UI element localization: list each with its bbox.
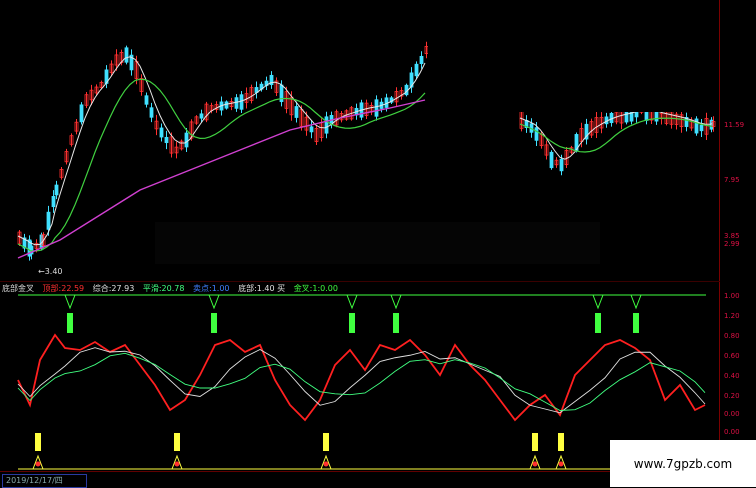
legend-item-smooth: 平滑:20.78 [142,284,185,293]
price-candle [124,47,129,63]
price-axis-line [719,0,720,487]
osc-axis-label: 0.60 [724,352,740,360]
buy-signal-dot [558,461,564,467]
oscillator-green-line [17,352,706,411]
sell-signal-notch [64,294,76,310]
price-axis-label: 2.99 [724,240,740,248]
price-candle [294,106,299,118]
buy-signal-bar [558,433,564,451]
price-axis-label: 7.95 [724,176,740,184]
osc-axis-label: 1.20 [724,312,740,320]
osc-axis-label: 0.00 [724,428,740,436]
buy-signal-bar [35,433,41,451]
price-candle [374,99,379,117]
price-candle [159,127,164,138]
buy-signal-dot [35,461,41,467]
price-candle [46,211,51,230]
price-candle [184,132,189,148]
panel-divider [0,281,720,282]
price-candle [54,184,59,196]
ma-line-short [17,56,426,246]
price-candle [224,101,229,109]
buy-signal-bar [532,433,538,451]
price-candle [534,127,539,141]
legend-item-bottom: 底部:1.40 买 [238,284,286,293]
cursor-date-box: 2019/12/17/四 [2,474,87,488]
sell-signal-notch [592,294,604,310]
price-candle [144,95,149,105]
price-candle [239,94,244,110]
price-candle [79,104,84,123]
price-candle [324,116,329,134]
price-candle [164,136,169,144]
indicator-legend: 底部金叉 顶部:22.59 综合:27.93 平滑:20.78 卖点:1.00 … [2,284,344,294]
sell-signal-notch [208,294,220,310]
osc-axis-label: 1.00 [724,292,740,300]
price-candle [414,63,419,77]
legend-item-cross: 金叉:1:0.00 [293,284,338,293]
price-candle [699,124,704,132]
sell-signal-notch [390,294,402,310]
price-candle [309,126,314,133]
redacted-area-middle [155,222,600,264]
price-candle [149,107,154,118]
buy-signal-dot [532,461,538,467]
osc-axis-label: 0.40 [724,372,740,380]
buy-signal-dot [174,461,180,467]
sell-signal-bar [67,313,73,333]
sell-signal-bar [595,313,601,333]
legend-item-composite: 综合:27.93 [92,284,135,293]
oscillator-white-line [17,347,706,414]
lowest-price-marker: ←3.40 [38,267,63,276]
sell-signal-notch [630,294,642,310]
sell-signal-bar [211,313,217,333]
buy-signal-dot [323,461,329,467]
price-axis-label: 11.59 [724,121,745,129]
legend-item-top: 顶部:22.59 [42,284,85,293]
buy-signal-bar [323,433,329,451]
oscillator-red-line [17,333,706,422]
sell-signal-bar [633,313,639,333]
indicator-name: 底部金叉 [2,284,34,293]
osc-axis-label: 0.00 [724,410,740,418]
osc-axis-label: 0.80 [724,332,740,340]
osc-axis-label: 0.20 [724,392,740,400]
price-candle [199,113,204,119]
sell-signal-bar [393,313,399,333]
redacted-area-top-right [428,0,756,112]
price-candle [51,196,56,208]
price-candle [549,151,554,169]
price-candle [559,158,564,172]
watermark: www.7gpzb.com [610,440,756,487]
legend-item-sell: 卖点:1.00 [193,284,230,293]
sell-signal-bar [349,313,355,333]
price-candle [419,55,424,65]
sell-signal-notch [346,294,358,310]
price-axis-label: 3.85 [724,232,740,240]
price-candle [234,97,239,109]
buy-signal-bar [174,433,180,451]
